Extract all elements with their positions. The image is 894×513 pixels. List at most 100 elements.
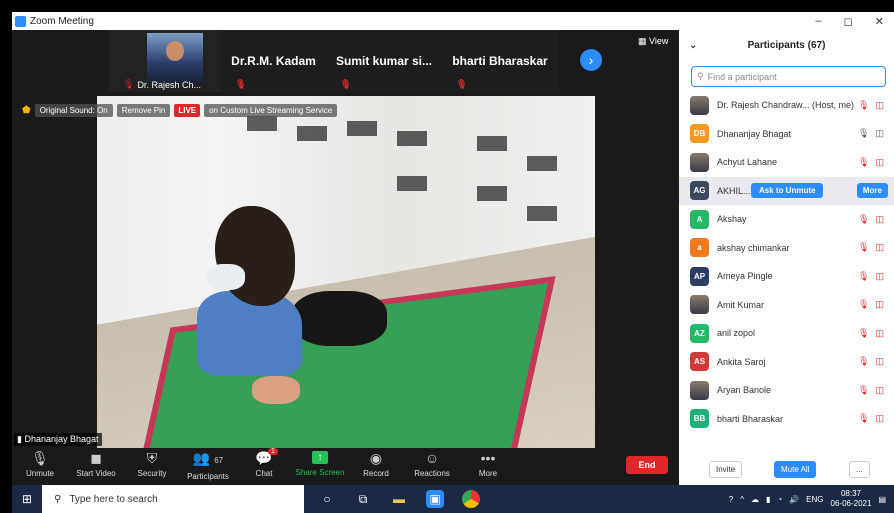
wall-poster bbox=[347, 121, 377, 136]
participant-row[interactable]: Aryan Banole 🎙 ◫ bbox=[679, 376, 894, 405]
notification-icon[interactable]: ▤ bbox=[878, 495, 886, 504]
window-titlebar: Zoom Meeting – ◻ ✕ bbox=[12, 12, 894, 30]
mute-all-button[interactable]: Mute All bbox=[774, 461, 817, 478]
panel-header: ⌄ Participants (67) bbox=[679, 30, 894, 60]
ellipsis-icon: ••• bbox=[480, 450, 496, 466]
more-button[interactable]: ••• More bbox=[460, 448, 516, 478]
participant-name: Ankita Saroj bbox=[717, 356, 766, 367]
mic-off-icon[interactable]: 🎙 bbox=[858, 214, 869, 225]
mic-off-icon[interactable]: 🎙 bbox=[858, 413, 869, 424]
shield-icon: ⛨ bbox=[146, 450, 158, 466]
video-off-icon[interactable]: ◫ bbox=[875, 328, 884, 339]
participant-search-input[interactable]: ⚲ Find a participant bbox=[691, 66, 886, 87]
video-off-icon[interactable]: ◫ bbox=[875, 413, 884, 424]
mic-off-icon[interactable]: 🎙 bbox=[858, 100, 869, 111]
video-icon[interactable]: ◫ bbox=[875, 128, 884, 139]
chat-button[interactable]: 💬 1 Chat bbox=[236, 448, 292, 478]
volume-icon[interactable]: 🔊 bbox=[789, 495, 799, 504]
battery-icon[interactable]: ▮ bbox=[766, 495, 770, 504]
original-sound-toggle[interactable]: Original Sound: On bbox=[34, 103, 113, 117]
thumbnail-name[interactable]: Dr.R.M. Kadam 🎙 bbox=[221, 30, 326, 92]
thumbnail-name[interactable]: bharti Bharaskar 🎙 bbox=[442, 30, 558, 92]
maximize-button[interactable]: ◻ bbox=[844, 15, 853, 28]
participant-row[interactable]: Amit Kumar 🎙 ◫ bbox=[679, 291, 894, 320]
participant-row[interactable]: Achyut Lahane 🎙 ◫ bbox=[679, 148, 894, 177]
share-arrow-icon: ↑ bbox=[312, 451, 328, 464]
participant-row[interactable]: AS Ankita Saroj 🎙 ◫ bbox=[679, 348, 894, 377]
participant-name: Amit Kumar bbox=[717, 299, 765, 310]
tray-chevron-icon[interactable]: ^ bbox=[740, 495, 744, 504]
help-icon[interactable]: ? bbox=[729, 495, 733, 504]
taskbar-clock[interactable]: 08:37 06-06-2021 bbox=[831, 489, 872, 509]
taskbar-search-input[interactable]: ⚲ Type here to search bbox=[42, 485, 304, 513]
wall-poster bbox=[397, 131, 427, 146]
mic-off-icon[interactable]: 🎙 bbox=[858, 242, 869, 253]
mic-off-icon[interactable]: 🎙 bbox=[858, 299, 869, 310]
thumbnail-camera[interactable]: 🎙 Dr. Rajesh Ch... bbox=[109, 30, 221, 92]
participant-row[interactable]: a akshay chimankar 🎙 ◫ bbox=[679, 234, 894, 263]
mic-off-icon[interactable]: 🎙 bbox=[858, 356, 869, 367]
participant-name: AKHIL... bbox=[717, 185, 751, 196]
unmute-label: Unmute bbox=[25, 469, 54, 478]
ask-to-unmute-button[interactable]: Ask to Unmute bbox=[751, 183, 824, 199]
participant-row[interactable]: AG AKHIL... Ask to Unmute More bbox=[679, 176, 894, 205]
video-off-icon[interactable]: ◫ bbox=[875, 299, 884, 310]
invite-button[interactable]: Invite bbox=[709, 461, 743, 478]
live-badge[interactable]: LIVE bbox=[174, 103, 201, 117]
cortana-icon[interactable]: ○ bbox=[318, 490, 336, 508]
taskbar-search-placeholder: Type here to search bbox=[69, 493, 158, 505]
video-off-icon[interactable]: ◫ bbox=[875, 242, 884, 253]
chevron-down-icon[interactable]: ⌄ bbox=[689, 40, 697, 51]
participant-row[interactable]: AP Ameya Pingle 🎙 ◫ bbox=[679, 262, 894, 291]
start-video-button[interactable]: ◼ Start Video bbox=[68, 448, 124, 478]
file-explorer-icon[interactable]: ▬ bbox=[390, 490, 408, 508]
chrome-icon[interactable] bbox=[462, 490, 480, 508]
reactions-label: Reactions bbox=[414, 469, 450, 478]
task-view-icon[interactable]: ⧉ bbox=[354, 490, 372, 508]
video-off-icon[interactable]: ◫ bbox=[875, 356, 884, 367]
mic-off-icon[interactable]: 🎙 bbox=[858, 385, 869, 396]
video-off-icon[interactable]: ◫ bbox=[875, 157, 884, 168]
participant-status-icons: 🎙 ◫ bbox=[858, 100, 884, 111]
network-icon[interactable]: ◔ bbox=[777, 495, 782, 504]
video-off-icon[interactable]: ◫ bbox=[875, 271, 884, 282]
mic-icon[interactable]: 🎙 bbox=[858, 128, 869, 139]
reactions-button[interactable]: ☺ Reactions bbox=[404, 448, 460, 478]
streaming-info[interactable]: on Custom Live Streaming Service bbox=[204, 103, 338, 117]
participant-row[interactable]: DB Dhananjay Bhagat 🎙 ◫ bbox=[679, 120, 894, 149]
view-button[interactable]: ▦ View bbox=[638, 36, 668, 47]
mic-off-icon[interactable]: 🎙 bbox=[858, 157, 869, 168]
thumbnail-name[interactable]: Sumit kumar si... 🎙 bbox=[326, 30, 442, 92]
mic-off-icon[interactable]: 🎙 bbox=[858, 271, 869, 282]
security-button[interactable]: ⛨ Security bbox=[124, 448, 180, 478]
record-button[interactable]: ◉ Record bbox=[348, 448, 404, 478]
shield-icon[interactable]: ⬟ bbox=[22, 105, 31, 116]
unmute-button[interactable]: 🎙 Unmute bbox=[12, 448, 68, 478]
avatar: AP bbox=[690, 266, 709, 286]
video-off-icon[interactable]: ◫ bbox=[875, 100, 884, 111]
next-thumbnails-button[interactable]: › bbox=[580, 49, 602, 71]
zoom-app-icon bbox=[15, 15, 26, 27]
participants-button[interactable]: 👥 67 Participants bbox=[180, 448, 236, 481]
participant-row[interactable]: BB bharti Bharaskar 🎙 ◫ bbox=[679, 405, 894, 434]
end-meeting-button[interactable]: End bbox=[626, 456, 668, 474]
participant-row[interactable]: Dr. Rajesh Chandraw... (Host, me) 🎙 ◫ bbox=[679, 91, 894, 120]
window-title: Zoom Meeting bbox=[30, 15, 94, 27]
video-off-icon[interactable]: ◫ bbox=[875, 214, 884, 225]
zoom-taskbar-icon[interactable]: ▣ bbox=[426, 490, 444, 508]
language-indicator[interactable]: ENG bbox=[806, 495, 823, 504]
participant-row[interactable]: A Akshay 🎙 ◫ bbox=[679, 205, 894, 234]
share-screen-button[interactable]: ↑ Share Screen bbox=[292, 448, 348, 477]
cloud-icon[interactable]: ☁ bbox=[751, 495, 759, 504]
windows-start-icon[interactable]: ⊞ bbox=[12, 492, 42, 506]
participant-row[interactable]: AZ anil zopol 🎙 ◫ bbox=[679, 319, 894, 348]
participant-name: Achyut Lahane bbox=[717, 157, 778, 168]
close-button[interactable]: ✕ bbox=[875, 15, 884, 28]
video-off-icon[interactable]: ◫ bbox=[875, 385, 884, 396]
remove-pin-button[interactable]: Remove Pin bbox=[116, 103, 171, 117]
panel-more-button[interactable]: ... bbox=[849, 461, 870, 478]
minimize-button[interactable]: – bbox=[816, 15, 822, 28]
mic-off-icon[interactable]: 🎙 bbox=[858, 328, 869, 339]
participant-more-button[interactable]: More bbox=[856, 183, 888, 199]
search-placeholder: Find a participant bbox=[707, 71, 777, 82]
